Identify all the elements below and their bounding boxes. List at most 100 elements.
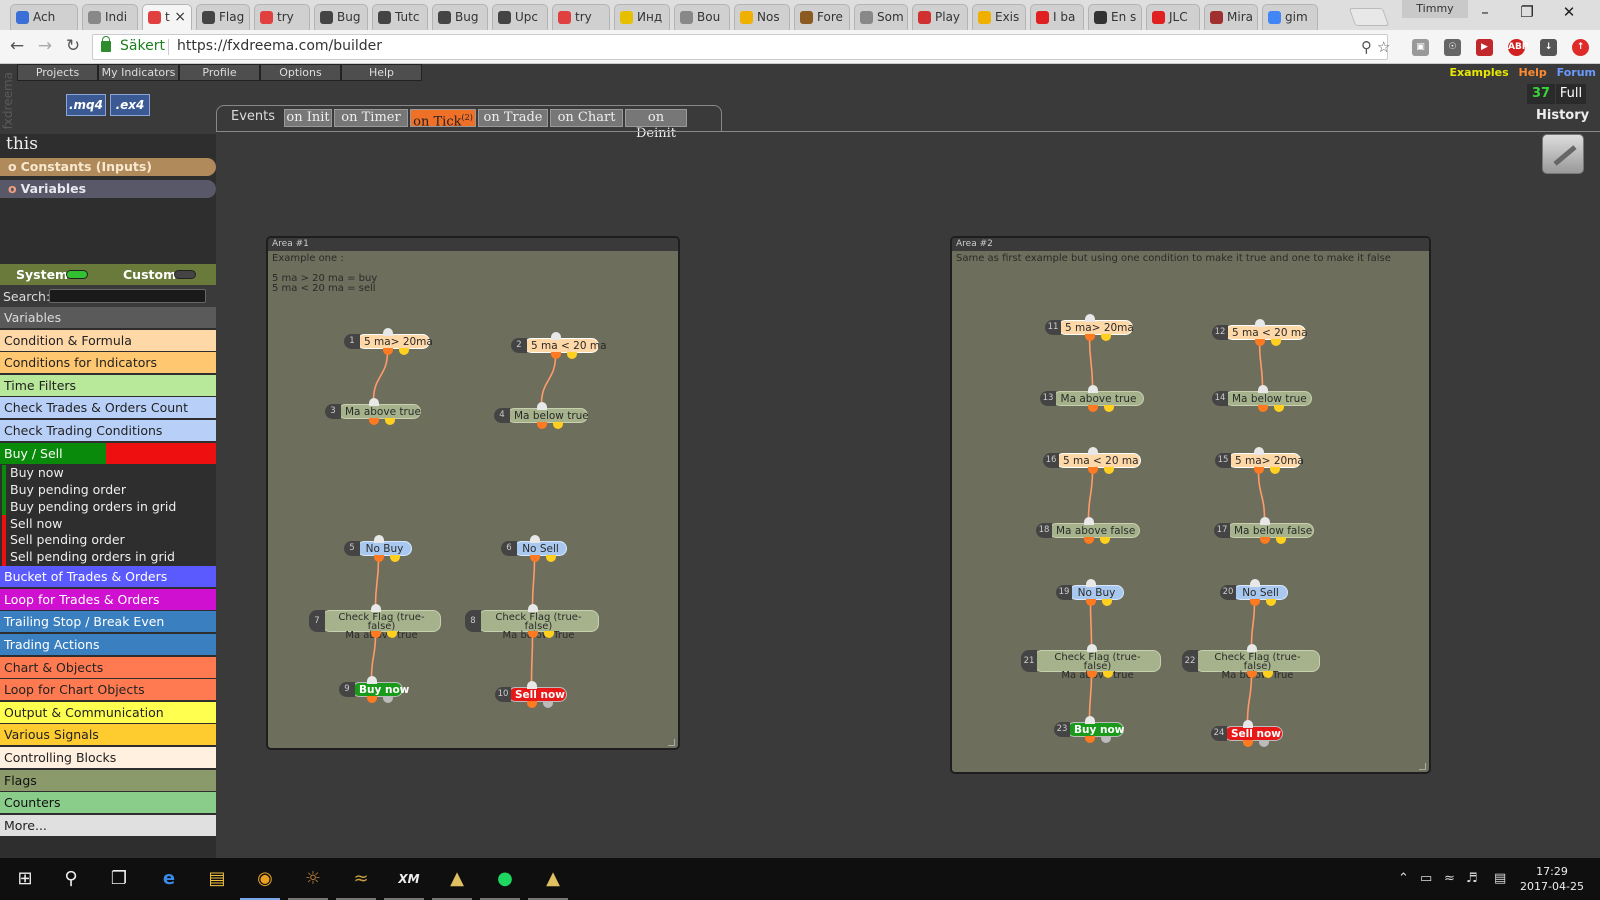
block-2[interactable]: 5 ma < 20 ma 2: [511, 332, 607, 359]
category-trading-actions[interactable]: Trading Actions: [0, 634, 216, 656]
input-port-icon[interactable]: [526, 681, 537, 689]
connection-wire[interactable]: [370, 634, 377, 679]
address-bar[interactable]: Säkert https://fxdreema.com/builder ⚲ ☆: [92, 34, 1390, 60]
category-flags[interactable]: Flags: [0, 769, 216, 792]
variables-section[interactable]: o Variables: [0, 180, 216, 198]
input-port-icon[interactable]: [1087, 447, 1098, 455]
browser-tab[interactable]: Ach: [10, 4, 78, 30]
camera-extension-icon[interactable]: ▣: [1412, 39, 1429, 56]
palette-item-buy-pending-orders-in-grid[interactable]: Buy pending orders in grid: [10, 499, 176, 514]
download-extension-icon[interactable]: ↓: [1540, 39, 1557, 56]
input-port-icon[interactable]: [1087, 385, 1098, 393]
project-counter[interactable]: 37: [1527, 84, 1555, 104]
true-output-port-icon[interactable]: [536, 422, 547, 429]
forward-icon[interactable]: →: [34, 36, 56, 58]
connection-wire[interactable]: [540, 355, 557, 405]
bookmark-star-icon[interactable]: ☆: [1377, 38, 1390, 56]
block-15[interactable]: 5 ma> 20ma 15: [1215, 447, 1304, 474]
input-port-icon[interactable]: [1084, 716, 1095, 724]
connection-wire[interactable]: [1087, 470, 1094, 520]
connection-wire[interactable]: [1088, 337, 1094, 388]
tab-on-chart[interactable]: on Chart: [550, 109, 623, 127]
true-output-port-icon[interactable]: [526, 701, 537, 708]
close-icon[interactable]: ×: [174, 9, 186, 25]
explorer-icon[interactable]: ▤: [204, 866, 230, 892]
input-port-icon[interactable]: [1253, 447, 1264, 455]
block-24[interactable]: Sell now 24: [1211, 720, 1283, 747]
browser-tab[interactable]: JLC: [1146, 4, 1200, 30]
browser-tab[interactable]: try: [254, 4, 310, 30]
custom-toggle[interactable]: [174, 270, 196, 279]
resize-handle-icon[interactable]: [668, 739, 675, 746]
input-port-icon[interactable]: [1254, 319, 1265, 327]
metatrader-icon[interactable]: ▲: [444, 866, 470, 892]
block-20[interactable]: No Sell 20: [1220, 579, 1288, 606]
search-icon[interactable]: ⚲: [58, 866, 84, 892]
browser-tab[interactable]: Bug: [314, 4, 368, 30]
category-loop-for-chart-objects[interactable]: Loop for Chart Objects: [0, 679, 216, 702]
true-output-port-icon[interactable]: [1084, 334, 1095, 341]
browser-tab[interactable]: Инд: [614, 4, 670, 30]
true-output-port-icon[interactable]: [370, 631, 381, 638]
browser-tab[interactable]: Bug: [432, 4, 488, 30]
search-input[interactable]: [49, 289, 206, 303]
false-output-port-icon[interactable]: [543, 631, 554, 638]
false-output-port-icon[interactable]: [566, 352, 577, 359]
true-output-port-icon[interactable]: [550, 352, 561, 359]
category-condition-formula[interactable]: Condition & Formula: [0, 329, 216, 352]
input-port-icon[interactable]: [1086, 644, 1097, 652]
block-9[interactable]: Buy now 9: [339, 676, 409, 703]
true-output-port-icon[interactable]: [1087, 405, 1098, 412]
help-link[interactable]: Help: [1519, 66, 1547, 79]
tab-on-init[interactable]: on Init: [284, 109, 332, 127]
full-button[interactable]: Full: [1556, 84, 1586, 104]
true-output-port-icon[interactable]: [1254, 339, 1265, 346]
connection-wire[interactable]: [1258, 342, 1264, 388]
browser-tab[interactable]: Play: [912, 4, 968, 30]
block-5[interactable]: No Buy 5: [344, 535, 412, 562]
false-output-port-icon[interactable]: [542, 701, 553, 708]
ghost-extension-icon[interactable]: ☉: [1444, 39, 1461, 56]
false-output-port-icon[interactable]: [384, 418, 395, 425]
palette-item-sell-pending-order[interactable]: Sell pending order: [10, 532, 125, 547]
browser-tab[interactable]: Upc: [492, 4, 548, 30]
block-13[interactable]: Ma above true 13: [1040, 385, 1144, 412]
examples-link[interactable]: Examples: [1450, 66, 1509, 79]
xm-icon[interactable]: XM: [396, 866, 422, 892]
true-output-port-icon[interactable]: [529, 555, 540, 562]
new-tab-button[interactable]: [1348, 8, 1390, 26]
category-chart-objects[interactable]: Chart & Objects: [0, 656, 216, 679]
true-output-port-icon[interactable]: [368, 418, 379, 425]
false-output-port-icon[interactable]: [386, 631, 397, 638]
category-conditions-for-indicators[interactable]: Conditions for Indicators: [0, 352, 216, 375]
false-output-port-icon[interactable]: [1262, 671, 1273, 678]
category-buy-sell[interactable]: Buy / Sell: [0, 442, 216, 465]
palette-item-sell-pending-orders-in-grid[interactable]: Sell pending orders in grid: [10, 549, 175, 564]
input-port-icon[interactable]: [1249, 579, 1260, 587]
start-icon[interactable]: ⊞: [12, 866, 38, 892]
false-output-port-icon[interactable]: [545, 555, 556, 562]
tab-on-tick[interactable]: on Tick(2): [410, 109, 476, 129]
url-text[interactable]: https://fxdreema.com/builder: [177, 38, 382, 54]
false-output-port-icon[interactable]: [1103, 467, 1114, 474]
input-port-icon[interactable]: [527, 604, 538, 612]
block-10[interactable]: Sell now 10: [495, 681, 567, 708]
connection-wire[interactable]: [1246, 674, 1253, 723]
clock[interactable]: 17:29 2017-04-25: [1516, 864, 1588, 894]
tab-on-timer[interactable]: on Timer: [334, 109, 408, 127]
metatrader-icon-2[interactable]: ▲: [540, 866, 566, 892]
tab-on-deinit[interactable]: on Deinit: [625, 109, 687, 141]
true-output-port-icon[interactable]: [1085, 599, 1096, 606]
false-output-port-icon[interactable]: [398, 348, 409, 355]
area-2[interactable]: Area #2 Same as first example but using o…: [950, 236, 1431, 774]
block-7[interactable]: Check Flag (true-false) Ma above true7: [309, 604, 441, 641]
category-check-trades-orders-count[interactable]: Check Trades & Orders Count: [0, 397, 216, 420]
browser-tab[interactable]: try: [552, 4, 610, 30]
game-icon[interactable]: ☼: [300, 866, 326, 892]
true-output-port-icon[interactable]: [1249, 599, 1260, 606]
true-output-port-icon[interactable]: [1087, 467, 1098, 474]
block-6[interactable]: No Sell 6: [501, 535, 567, 562]
input-port-icon[interactable]: [536, 402, 547, 410]
connection-wire[interactable]: [1088, 674, 1093, 719]
browser-tab[interactable]: Nos: [734, 4, 790, 30]
